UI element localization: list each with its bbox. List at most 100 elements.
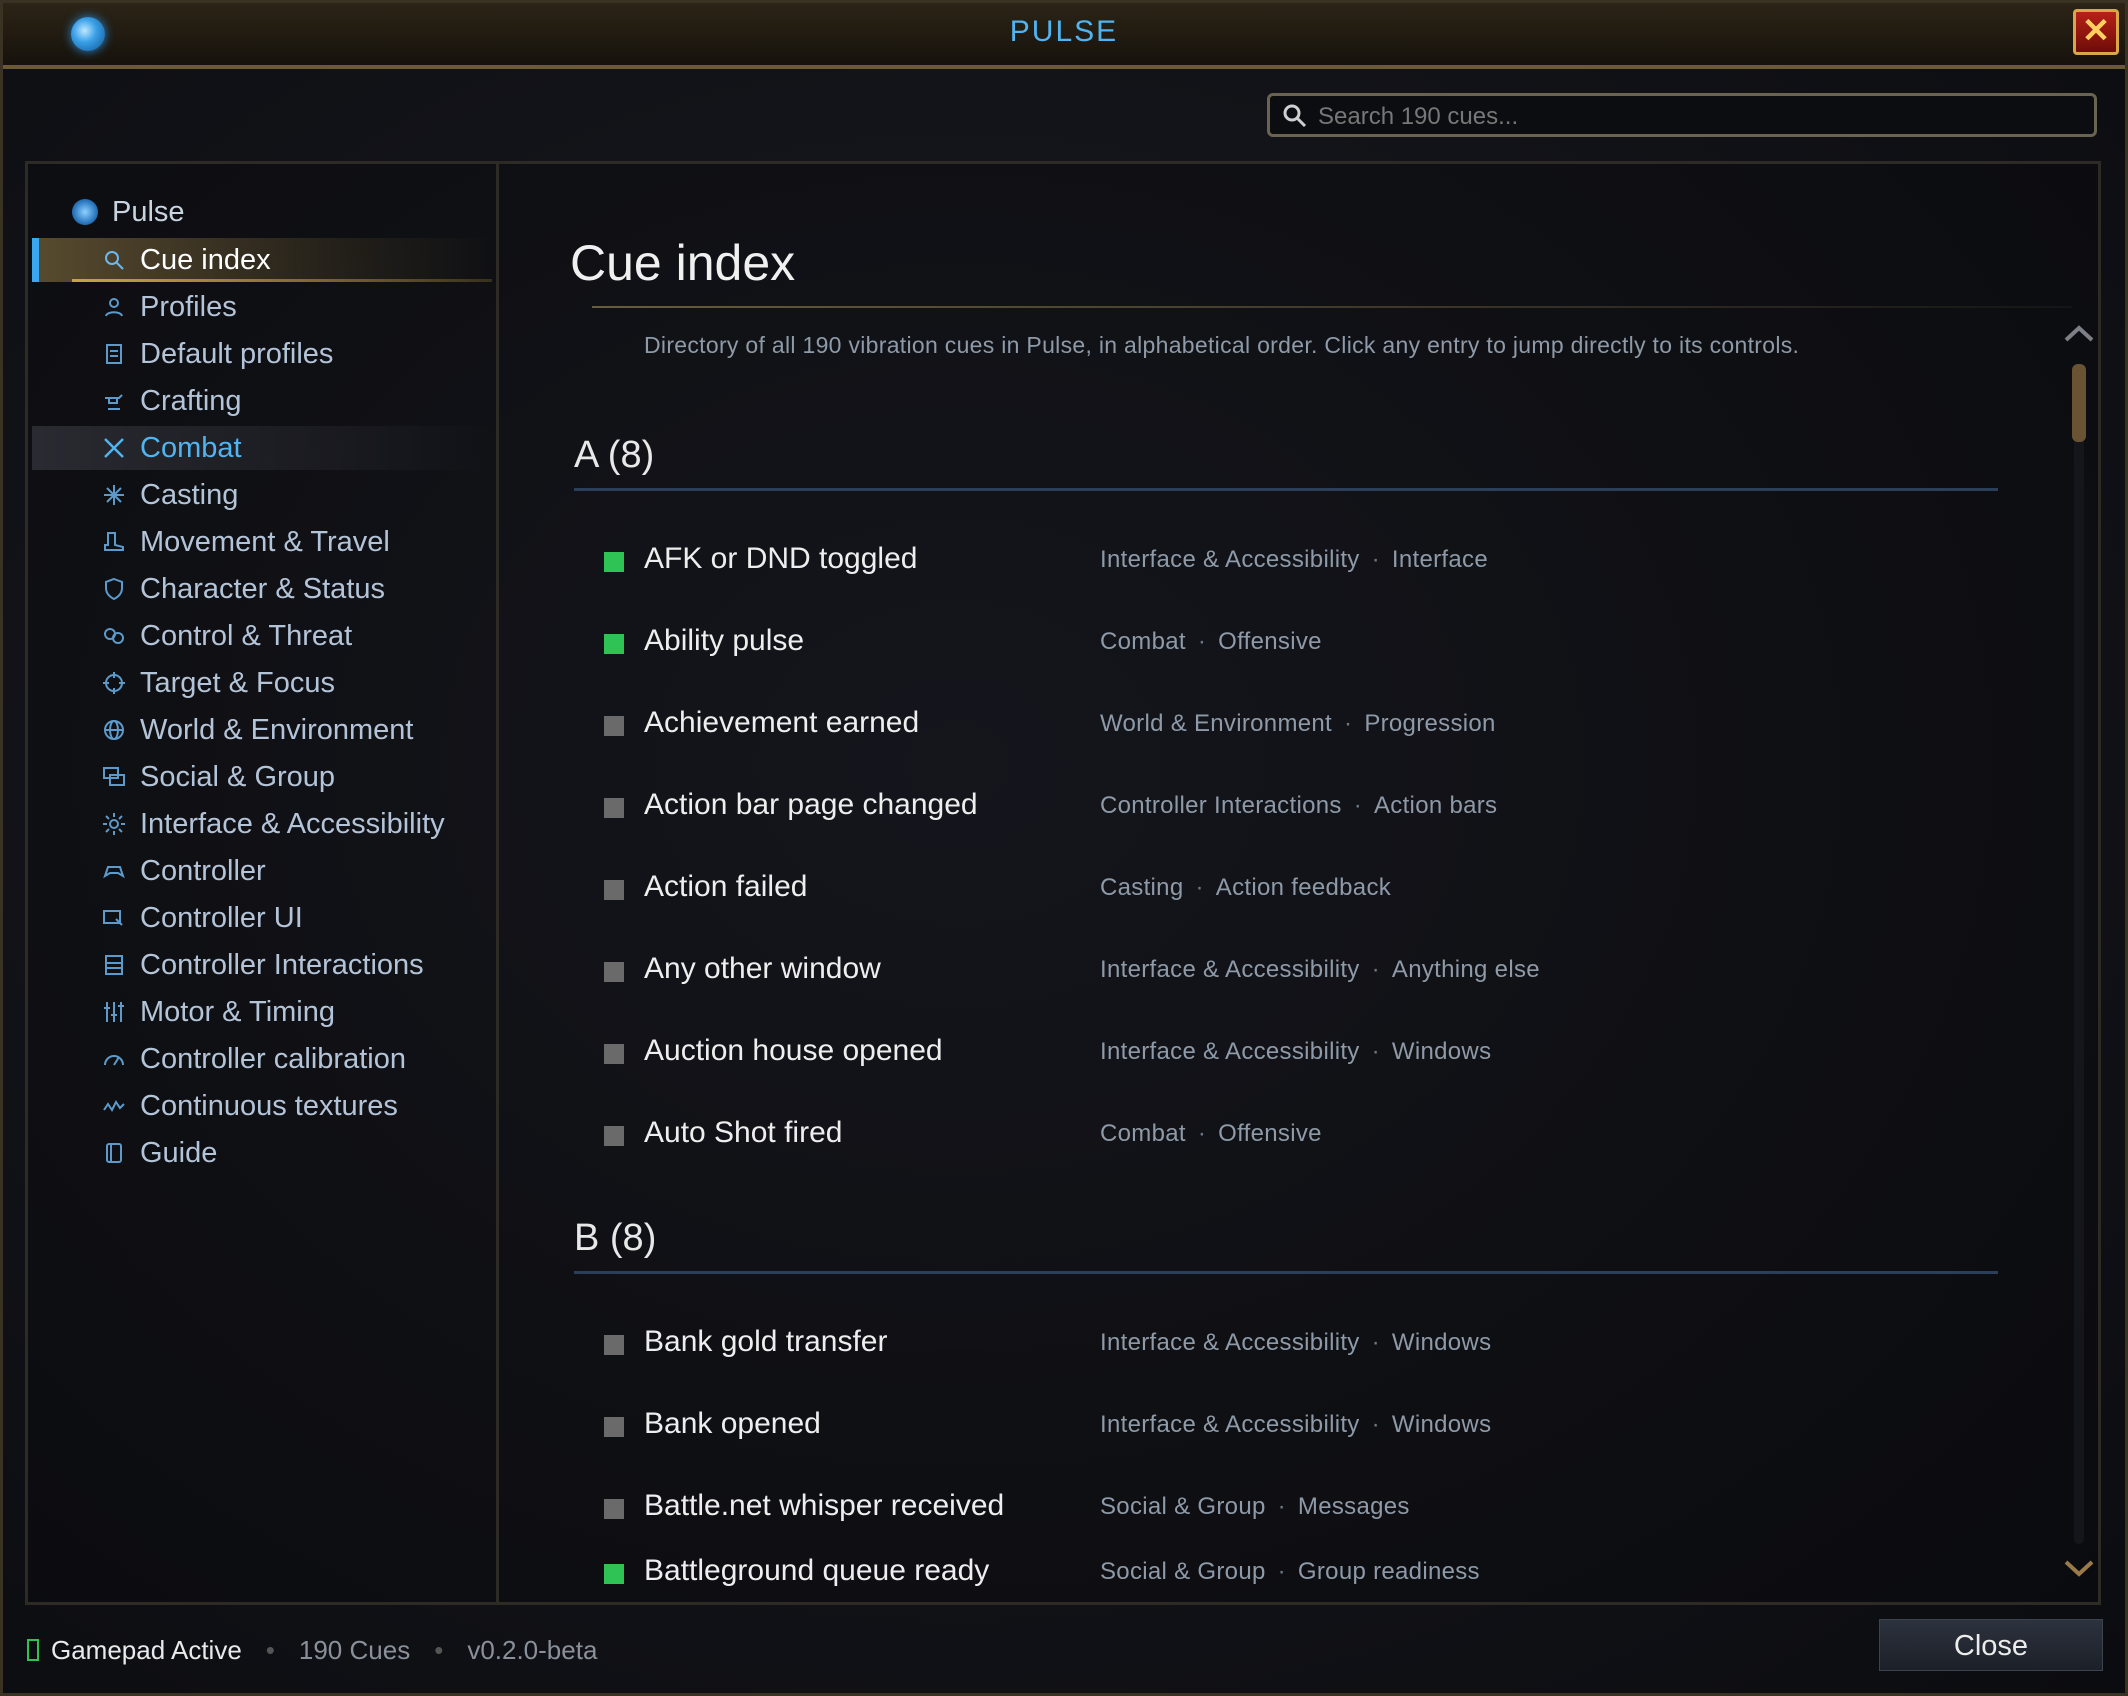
sidebar-item-label: Social & Group <box>140 760 336 793</box>
cue-name: Auction house opened <box>644 1034 943 1067</box>
crosshair-icon <box>103 672 125 694</box>
cue-category: World & Environment · Progression <box>1100 710 1496 737</box>
sidebar-item-crafting[interactable]: Crafting <box>32 379 492 423</box>
wave-icon <box>103 1100 125 1112</box>
sidebar-item-label: Cue index <box>140 243 271 276</box>
scroll-up-chevron-icon[interactable] <box>2062 322 2096 346</box>
cue-row[interactable]: Achievement earned World & Environment · P… <box>604 696 1984 756</box>
sidebar-item-label: Crafting <box>140 384 242 417</box>
cue-category: Interface & Accessibility · Interface <box>1100 546 1488 573</box>
sidebar-item-continuous-textures[interactable]: Continuous textures <box>32 1084 492 1128</box>
cue-row[interactable]: Action bar page changed Controller Inter… <box>604 778 1984 838</box>
sidebar-item-label: Controller UI <box>140 901 303 934</box>
sidebar-item-controller-calibration[interactable]: Controller calibration <box>32 1037 492 1081</box>
cue-row[interactable]: Battleground queue ready Social & Group ·… <box>604 1544 1984 1600</box>
cue-status-indicator <box>604 880 624 900</box>
section-heading-a: A (8) <box>574 434 655 476</box>
sliders-icon <box>104 1002 124 1022</box>
cue-status-indicator <box>604 962 624 982</box>
window-close-button[interactable]: ✕ <box>2073 9 2119 55</box>
cue-status-indicator <box>604 716 624 736</box>
sidebar-item-label: Motor & Timing <box>140 995 335 1028</box>
cue-name: Battleground queue ready <box>644 1554 990 1587</box>
cue-row[interactable]: Ability pulse Combat · Offensive <box>604 614 1984 674</box>
sidebar-item-label: Casting <box>140 478 239 511</box>
cue-name: Action bar page changed <box>644 788 978 821</box>
gamepad-icon <box>103 866 125 879</box>
cue-status-indicator <box>604 552 624 572</box>
scroll-down-chevron-icon[interactable] <box>2062 1556 2096 1580</box>
cue-name: Auto Shot fired <box>644 1116 843 1149</box>
cue-row[interactable]: Action failed Casting · Action feedback <box>604 860 1984 920</box>
globe-icon <box>104 720 124 740</box>
scrollbar-track[interactable] <box>2074 364 2084 1544</box>
search-box[interactable] <box>1267 93 2097 137</box>
sidebar-item-control-threat[interactable]: Control & Threat <box>32 614 492 658</box>
sidebar-item-world-environment[interactable]: World & Environment <box>32 708 492 752</box>
cue-category: Combat · Offensive <box>1100 628 1322 655</box>
search-input[interactable] <box>1316 100 2080 134</box>
cue-row[interactable]: Auction house opened Interface & Accessi… <box>604 1024 1984 1084</box>
boot-icon <box>104 532 124 551</box>
sidebar-item-social-group[interactable]: Social & Group <box>32 755 492 799</box>
title-divider <box>592 306 2072 308</box>
cue-status-indicator <box>604 798 624 818</box>
cue-row[interactable]: Any other window Interface & Accessibili… <box>604 942 1984 1002</box>
sidebar-item-label: Default profiles <box>140 337 334 370</box>
cue-row[interactable]: AFK or DND toggled Interface & Accessibi… <box>604 532 1984 592</box>
cue-row[interactable]: Auto Shot fired Combat · Offensive <box>604 1106 1984 1166</box>
main-panel: Cue index Directory of all 190 vibration… <box>496 164 2098 1602</box>
cue-status-indicator <box>604 1126 624 1146</box>
sidebar-item-character-status[interactable]: Character & Status <box>32 567 492 611</box>
cue-category: Combat · Offensive <box>1100 1120 1322 1147</box>
sidebar-item-label: Controller Interactions <box>140 948 424 981</box>
sidebar-item-combat[interactable]: Combat <box>32 426 492 470</box>
sidebar-item-target-focus[interactable]: Target & Focus <box>32 661 492 705</box>
window-title: PULSE <box>1009 15 1119 48</box>
cue-category: Interface & Accessibility · Windows <box>1100 1329 1492 1356</box>
sidebar-item-profiles[interactable]: Profiles <box>32 285 492 329</box>
sidebar-item-label: Character & Status <box>140 572 385 605</box>
sidebar-item-guide[interactable]: Guide <box>32 1131 492 1175</box>
sidebar-item-label: Guide <box>140 1136 218 1169</box>
sidebar-item-label: Profiles <box>140 290 237 323</box>
search-icon <box>105 251 124 270</box>
cue-row[interactable]: Battle.net whisper received Social & Gro… <box>604 1479 1984 1539</box>
cue-row[interactable]: Bank opened Interface & Accessibility · Wi… <box>604 1397 1984 1457</box>
separator-dot: • <box>265 1634 275 1665</box>
shield-icon <box>105 577 123 601</box>
gamepad-status: Gamepad Active <box>51 1634 242 1665</box>
book-icon <box>106 1143 122 1163</box>
sidebar-item-default-profiles[interactable]: Default profiles <box>32 332 492 376</box>
pulse-orb-icon <box>72 199 98 225</box>
sidebar-item-casting[interactable]: Casting <box>32 473 492 517</box>
cue-category: Interface & Accessibility · Windows <box>1100 1038 1492 1065</box>
gauge-icon <box>104 1055 124 1066</box>
section-divider <box>574 1271 1998 1274</box>
page-description: Directory of all 190 vibration cues in P… <box>644 332 1800 358</box>
cue-category: Casting · Action feedback <box>1100 874 1392 901</box>
cue-status-indicator <box>604 634 624 654</box>
sidebar-root-pulse[interactable]: Pulse <box>72 194 185 230</box>
sidebar-item-movement-travel[interactable]: Movement & Travel <box>32 520 492 564</box>
sidebar-item-motor-timing[interactable]: Motor & Timing <box>32 990 492 1034</box>
version-label: v0.2.0-beta <box>467 1634 598 1665</box>
scrollbar-thumb[interactable] <box>2072 364 2086 442</box>
sidebar-item-controller-ui[interactable]: Controller UI <box>32 896 492 940</box>
cue-name: AFK or DND toggled <box>644 542 918 575</box>
status-bar: Gamepad Active • 190 Cues • v0.2.0-beta <box>27 1625 597 1675</box>
cue-status-indicator <box>604 1335 624 1355</box>
chain-icon <box>104 628 124 644</box>
cue-status-indicator <box>604 1044 624 1064</box>
sidebar-item-interface-accessibility[interactable]: Interface & Accessibility <box>32 802 492 846</box>
crossed-swords-icon <box>104 438 124 458</box>
chat-icon <box>103 767 125 786</box>
cue-name: Achievement earned <box>644 706 920 739</box>
sidebar-item-controller-interactions[interactable]: Controller Interactions <box>32 943 492 987</box>
close-button[interactable]: Close <box>1879 1619 2103 1671</box>
sidebar-item-cue-index[interactable]: Cue index <box>32 238 492 282</box>
sidebar-item-label: Interface & Accessibility <box>140 807 445 840</box>
cue-row[interactable]: Bank gold transfer Interface & Accessibi… <box>604 1315 1984 1375</box>
sidebar-item-label: Controller calibration <box>140 1042 406 1075</box>
sidebar-item-controller[interactable]: Controller <box>32 849 492 893</box>
